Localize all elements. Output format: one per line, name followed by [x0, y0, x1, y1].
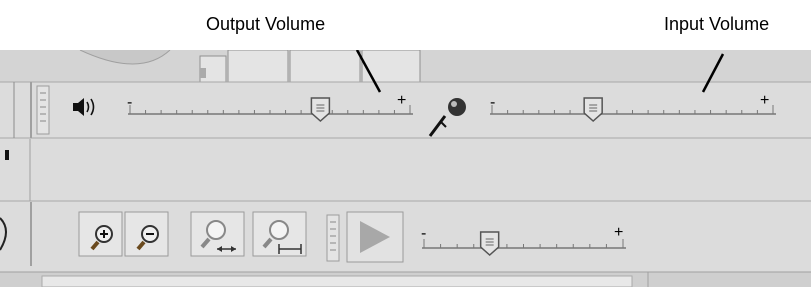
- fit-selection-button[interactable]: [190, 211, 245, 257]
- output-volume-callout: Output Volume: [206, 14, 326, 34]
- zoom-out-button[interactable]: [124, 211, 169, 257]
- speed-slider-max-label: +: [614, 224, 623, 241]
- play-at-speed-button[interactable]: [346, 211, 404, 263]
- input-volume-callout: Input Volume: [664, 14, 770, 34]
- output-slider-max-label: +: [397, 92, 406, 109]
- mixer-toolbar: - + - +: [0, 81, 811, 139]
- input-slider-max-label: +: [760, 92, 769, 109]
- bottom-toolbar: - +: [0, 202, 811, 272]
- transcription-toolbar-grabber[interactable]: [326, 214, 340, 262]
- zoom-in-button[interactable]: [78, 211, 123, 257]
- input-slider-min-label: -: [490, 94, 495, 111]
- fit-project-button[interactable]: [252, 211, 307, 257]
- toolbar-grabber[interactable]: [36, 85, 50, 135]
- top-partial-toolbar: [0, 50, 811, 83]
- toolbar-dock: - + - + - +: [0, 50, 811, 287]
